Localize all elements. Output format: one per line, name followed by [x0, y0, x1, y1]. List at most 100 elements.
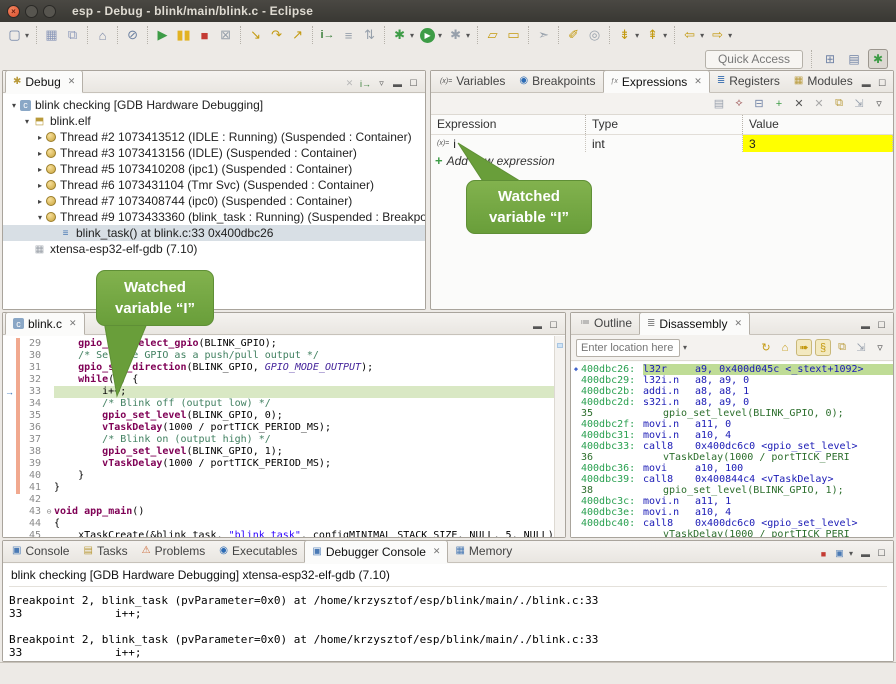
view-menu-icon[interactable]: ▿ — [871, 95, 887, 112]
maximize-icon[interactable]: ☐ — [547, 320, 560, 331]
terminate-icon[interactable]: ■ — [195, 25, 214, 45]
pin-editor-dropdown-icon[interactable]: ▾ — [635, 31, 639, 40]
editor-line[interactable]: 43⊖void app_main() — [3, 506, 565, 518]
tree-twisty-icon[interactable]: ▾ — [9, 101, 19, 110]
disassembly-line[interactable]: 35gpio_set_level(BLINK_GPIO, 0); — [571, 408, 893, 419]
pin-editor-icon[interactable]: ⇟ — [615, 25, 634, 45]
tree-twisty-icon[interactable]: ▸ — [35, 165, 45, 174]
pin-view-icon[interactable]: ⇲ — [851, 95, 867, 112]
console-output[interactable]: blink checking [GDB Hardware Debugging] … — [3, 564, 893, 661]
skip-breakpoints-icon[interactable]: ⊘ — [123, 25, 142, 45]
debug-tree-row[interactable]: ▾Thread #9 1073433360 (blink_task : Runn… — [3, 209, 425, 225]
minimize-icon[interactable]: ▬ — [859, 321, 872, 331]
run-icon[interactable]: ▶ — [420, 28, 435, 43]
breakpoint-ruler[interactable] — [3, 350, 16, 362]
editor-line[interactable]: 37 /* Blink on (output high) */ — [3, 434, 565, 446]
editor-line[interactable]: →33 i++; — [3, 386, 565, 398]
disconnect-icon[interactable]: ⊠ — [216, 25, 235, 45]
column-header-value[interactable]: Value — [743, 115, 893, 134]
debug-tree-row[interactable]: ≡blink_task() at blink.c:33 0x400dbc26 — [3, 225, 425, 241]
debug-tab-close-icon[interactable]: ✕ — [68, 76, 76, 87]
add-expression-row[interactable]: + Add new expression — [431, 152, 893, 169]
editor-line[interactable]: 40 } — [3, 470, 565, 482]
expressions-tab-variables[interactable]: (x)=Variables — [433, 70, 512, 92]
step-into-icon[interactable]: ↘ — [246, 25, 265, 45]
back-dropdown-icon[interactable]: ▾ — [700, 31, 704, 40]
disassembly-tab-disassembly[interactable]: ≣Disassembly✕ — [639, 312, 750, 335]
breakpoint-ruler[interactable] — [3, 530, 16, 537]
open-perspective-icon[interactable]: ⊞ — [820, 49, 840, 69]
code-editor[interactable]: 29 gpio_pad_select_gpio(BLINK_GPIO);30 /… — [3, 336, 565, 537]
sync-active-context-icon[interactable]: ➠ — [796, 339, 812, 356]
suspend-icon[interactable]: ▮▮ — [174, 25, 193, 45]
disassembly-listing[interactable]: ◆400dbc26:l32ra9, 0x400d045c <_stext+109… — [571, 362, 893, 537]
collapse-all-icon[interactable]: ⊟ — [751, 95, 767, 112]
last-edit-location-icon[interactable]: ⇞ — [643, 25, 662, 45]
debug-tree-row[interactable]: ▸Thread #7 1073408744 (ipc0) (Suspended … — [3, 193, 425, 209]
editor-line[interactable]: 45 xTaskCreate(&blink_task, "blink_task"… — [3, 530, 565, 537]
tree-twisty-icon[interactable]: ▾ — [35, 213, 45, 222]
expression-value-cell[interactable]: 3 — [743, 135, 893, 152]
disassembly-line[interactable]: 38gpio_set_level(BLINK_GPIO, 1); — [571, 485, 893, 496]
run-dropdown-icon[interactable]: ▾ — [438, 31, 442, 40]
console-tab-tasks[interactable]: ▤Tasks — [76, 540, 134, 562]
breakpoint-ruler[interactable] — [3, 446, 16, 458]
tree-twisty-icon[interactable]: ▾ — [22, 117, 32, 126]
quick-access-button[interactable]: Quick Access — [705, 50, 803, 69]
window-minimize-button[interactable] — [25, 5, 38, 18]
terminate-console-icon[interactable]: ■ — [817, 549, 830, 559]
maximize-icon[interactable]: ☐ — [875, 320, 888, 331]
breakpoint-ruler[interactable] — [3, 338, 16, 350]
expression-row[interactable]: (x)=iint3 — [431, 135, 893, 152]
disassembly-line[interactable]: 400dbc29:l32i.na8, a9, 0 — [571, 375, 893, 386]
editor-line[interactable]: 35 gpio_set_level(BLINK_GPIO, 0); — [3, 410, 565, 422]
breakpoint-ruler[interactable] — [3, 422, 16, 434]
breakpoint-ruler[interactable] — [3, 434, 16, 446]
editor-line[interactable]: 41} — [3, 482, 565, 494]
console-tab-executables[interactable]: ◉Executables — [212, 540, 304, 562]
instruction-pointer-icon[interactable]: → — [3, 386, 16, 398]
breakpoint-ruler[interactable] — [3, 362, 16, 374]
console-tab-problems[interactable]: ⚠Problems — [135, 540, 213, 562]
fold-marker-icon[interactable]: ⊖ — [44, 506, 54, 518]
console-tab-close-icon[interactable]: ✕ — [433, 546, 441, 557]
console-tab-console[interactable]: ▣Console — [5, 540, 76, 562]
breakpoint-ruler[interactable] — [3, 398, 16, 410]
tree-twisty-icon[interactable]: ▸ — [35, 197, 45, 206]
disassembly-line[interactable]: 36vTaskDelay(1000 / portTICK_PERI — [571, 452, 893, 463]
console-tab-debugger-console[interactable]: ▣Debugger Console✕ — [304, 540, 448, 563]
disassembly-line[interactable]: 400dbc2d:s32i.na8, a9, 0 — [571, 397, 893, 408]
editor-line[interactable]: 34 /* Blink off (output low) */ — [3, 398, 565, 410]
minimize-icon[interactable]: ▬ — [531, 321, 544, 331]
disassembly-line[interactable]: ◆400dbc26:l32ra9, 0x400d045c <_stext+109… — [571, 364, 893, 375]
editor-line[interactable]: 30 /* Set the GPIO as a push/pull output… — [3, 350, 565, 362]
maximize-icon[interactable]: ☐ — [407, 78, 420, 89]
forward-icon[interactable]: ⇨ — [708, 25, 727, 45]
display-selected-console-dropdown-icon[interactable]: ▾ — [849, 549, 853, 558]
column-header-type[interactable]: Type — [586, 115, 743, 134]
editor-line[interactable]: 32 while(1) { — [3, 374, 565, 386]
breakpoint-ruler[interactable] — [3, 470, 16, 482]
display-selected-console-icon[interactable]: ▣ — [833, 548, 846, 559]
debug-tree[interactable]: ▾cblink checking [GDB Hardware Debugging… — [3, 94, 425, 309]
disassembly-location-input[interactable] — [576, 339, 680, 357]
expression-cell[interactable]: (x)=i — [431, 135, 586, 152]
expressions-tab-registers[interactable]: ≣Registers — [710, 70, 787, 92]
instruction-stepping-toggle-icon[interactable]: i→ — [359, 79, 372, 89]
new-wizard-dropdown-icon[interactable]: ▾ — [25, 31, 29, 40]
disassembly-line[interactable]: 400dbc39:call80x400844c4 <vTaskDelay> — [571, 474, 893, 485]
forward-dropdown-icon[interactable]: ▾ — [728, 31, 732, 40]
editor-line[interactable]: 36 vTaskDelay(1000 / portTICK_PERIOD_MS)… — [3, 422, 565, 434]
build-icon[interactable]: ⌂ — [93, 25, 112, 45]
editor-line[interactable]: 29 gpio_pad_select_gpio(BLINK_GPIO); — [3, 338, 565, 350]
editor-line[interactable]: 39 vTaskDelay(1000 / portTICK_PERIOD_MS)… — [3, 458, 565, 470]
step-over-icon[interactable]: ↷ — [267, 25, 286, 45]
open-file-icon[interactable]: ▭ — [504, 25, 523, 45]
expressions-tab-expressions[interactable]: ƒxExpressions✕ — [603, 70, 710, 93]
remove-terminated-icon[interactable]: ✕ — [343, 78, 356, 89]
cpp-perspective-icon[interactable]: ▤ — [844, 49, 864, 69]
format-icon[interactable]: ✐ — [564, 25, 583, 45]
debug-tree-row[interactable]: ▸Thread #3 1073413156 (IDLE) (Suspended … — [3, 145, 425, 161]
location-dropdown-icon[interactable]: ▾ — [683, 343, 687, 352]
overview-ruler[interactable] — [554, 336, 565, 537]
